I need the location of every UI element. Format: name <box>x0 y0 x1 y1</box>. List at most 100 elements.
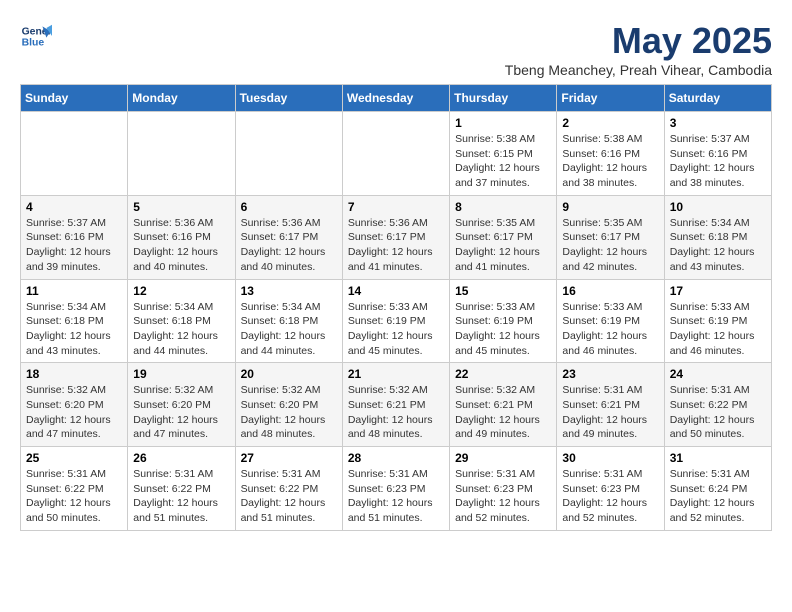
day-number: 24 <box>670 367 766 381</box>
day-number: 3 <box>670 116 766 130</box>
day-info: Sunrise: 5:38 AM Sunset: 6:16 PM Dayligh… <box>562 132 658 191</box>
day-info: Sunrise: 5:36 AM Sunset: 6:16 PM Dayligh… <box>133 216 229 275</box>
day-number: 1 <box>455 116 551 130</box>
calendar-cell: 26 Sunrise: 5:31 AM Sunset: 6:22 PM Dayli… <box>128 447 235 531</box>
calendar-cell: 22 Sunrise: 5:32 AM Sunset: 6:21 PM Dayli… <box>450 363 557 447</box>
day-number: 30 <box>562 451 658 465</box>
calendar-cell: 14Sunrise: 5:33 AM Sunset: 6:19 PM Dayli… <box>342 279 449 363</box>
day-info: Sunrise: 5:33 AM Sunset: 6:19 PM Dayligh… <box>562 300 658 359</box>
day-info: Sunrise: 5:32 AM Sunset: 6:21 PM Dayligh… <box>348 383 444 442</box>
day-number: 6 <box>241 200 337 214</box>
day-number: 11 <box>26 284 122 298</box>
calendar-cell: 28Sunrise: 5:31 AM Sunset: 6:23 PM Dayli… <box>342 447 449 531</box>
calendar-cell: 7 Sunrise: 5:36 AM Sunset: 6:17 PM Daylig… <box>342 195 449 279</box>
day-info: Sunrise: 5:31 AM Sunset: 6:21 PM Dayligh… <box>562 383 658 442</box>
page-header: General Blue May 2025 Tbeng Meanchey, Pr… <box>20 20 772 78</box>
calendar-cell: 25 Sunrise: 5:31 AM Sunset: 6:22 PM Dayli… <box>21 447 128 531</box>
calendar-cell: 19Sunrise: 5:32 AM Sunset: 6:20 PM Dayli… <box>128 363 235 447</box>
calendar-cell: 9 Sunrise: 5:35 AM Sunset: 6:17 PM Daylig… <box>557 195 664 279</box>
calendar-cell: 27 Sunrise: 5:31 AM Sunset: 6:22 PM Dayli… <box>235 447 342 531</box>
svg-text:Blue: Blue <box>22 38 45 49</box>
day-number: 9 <box>562 200 658 214</box>
day-number: 16 <box>562 284 658 298</box>
calendar-table: SundayMondayTuesdayWednesdayThursdayFrid… <box>20 84 772 531</box>
day-info: Sunrise: 5:37 AM Sunset: 6:16 PM Dayligh… <box>670 132 766 191</box>
day-number: 27 <box>241 451 337 465</box>
calendar-cell: 15 Sunrise: 5:33 AM Sunset: 6:19 PM Dayli… <box>450 279 557 363</box>
day-info: Sunrise: 5:31 AM Sunset: 6:22 PM Dayligh… <box>26 467 122 526</box>
calendar-cell: 13 Sunrise: 5:34 AM Sunset: 6:18 PM Dayli… <box>235 279 342 363</box>
calendar-cell: 20 Sunrise: 5:32 AM Sunset: 6:20 PM Dayli… <box>235 363 342 447</box>
calendar-cell: 6 Sunrise: 5:36 AM Sunset: 6:17 PM Daylig… <box>235 195 342 279</box>
day-info: Sunrise: 5:34 AM Sunset: 6:18 PM Dayligh… <box>670 216 766 275</box>
subtitle: Tbeng Meanchey, Preah Vihear, Cambodia <box>505 62 772 78</box>
day-number: 14 <box>348 284 444 298</box>
day-number: 8 <box>455 200 551 214</box>
day-number: 23 <box>562 367 658 381</box>
day-info: Sunrise: 5:32 AM Sunset: 6:20 PM Dayligh… <box>133 383 229 442</box>
logo: General Blue <box>20 20 52 52</box>
day-info: Sunrise: 5:32 AM Sunset: 6:20 PM Dayligh… <box>241 383 337 442</box>
day-info: Sunrise: 5:33 AM Sunset: 6:19 PM Dayligh… <box>670 300 766 359</box>
month-title: May 2025 <box>505 20 772 62</box>
day-number: 13 <box>241 284 337 298</box>
day-number: 15 <box>455 284 551 298</box>
day-info: Sunrise: 5:31 AM Sunset: 6:22 PM Dayligh… <box>241 467 337 526</box>
day-info: Sunrise: 5:32 AM Sunset: 6:21 PM Dayligh… <box>455 383 551 442</box>
day-number: 26 <box>133 451 229 465</box>
day-info: Sunrise: 5:34 AM Sunset: 6:18 PM Dayligh… <box>26 300 122 359</box>
day-info: Sunrise: 5:36 AM Sunset: 6:17 PM Dayligh… <box>241 216 337 275</box>
day-of-week-header: Tuesday <box>235 85 342 112</box>
day-info: Sunrise: 5:31 AM Sunset: 6:23 PM Dayligh… <box>455 467 551 526</box>
day-number: 25 <box>26 451 122 465</box>
day-of-week-header: Monday <box>128 85 235 112</box>
calendar-cell: 11 Sunrise: 5:34 AM Sunset: 6:18 PM Dayli… <box>21 279 128 363</box>
calendar-week-row: 1 Sunrise: 5:38 AM Sunset: 6:15 PM Daylig… <box>21 112 772 196</box>
day-number: 18 <box>26 367 122 381</box>
calendar-cell: 16 Sunrise: 5:33 AM Sunset: 6:19 PM Dayli… <box>557 279 664 363</box>
calendar-header-row: SundayMondayTuesdayWednesdayThursdayFrid… <box>21 85 772 112</box>
day-info: Sunrise: 5:34 AM Sunset: 6:18 PM Dayligh… <box>133 300 229 359</box>
calendar-cell: 23 Sunrise: 5:31 AM Sunset: 6:21 PM Dayli… <box>557 363 664 447</box>
day-number: 4 <box>26 200 122 214</box>
day-number: 20 <box>241 367 337 381</box>
day-of-week-header: Wednesday <box>342 85 449 112</box>
day-number: 2 <box>562 116 658 130</box>
day-info: Sunrise: 5:37 AM Sunset: 6:16 PM Dayligh… <box>26 216 122 275</box>
day-info: Sunrise: 5:34 AM Sunset: 6:18 PM Dayligh… <box>241 300 337 359</box>
day-info: Sunrise: 5:31 AM Sunset: 6:24 PM Dayligh… <box>670 467 766 526</box>
day-number: 17 <box>670 284 766 298</box>
calendar-week-row: 18 Sunrise: 5:32 AM Sunset: 6:20 PM Dayli… <box>21 363 772 447</box>
calendar-cell <box>128 112 235 196</box>
day-of-week-header: Thursday <box>450 85 557 112</box>
day-info: Sunrise: 5:35 AM Sunset: 6:17 PM Dayligh… <box>562 216 658 275</box>
day-of-week-header: Sunday <box>21 85 128 112</box>
calendar-week-row: 11 Sunrise: 5:34 AM Sunset: 6:18 PM Dayli… <box>21 279 772 363</box>
day-info: Sunrise: 5:35 AM Sunset: 6:17 PM Dayligh… <box>455 216 551 275</box>
day-info: Sunrise: 5:31 AM Sunset: 6:22 PM Dayligh… <box>670 383 766 442</box>
day-number: 21 <box>348 367 444 381</box>
day-number: 22 <box>455 367 551 381</box>
calendar-cell: 2 Sunrise: 5:38 AM Sunset: 6:16 PM Daylig… <box>557 112 664 196</box>
calendar-cell: 18Sunrise: 5:32 AM Sunset: 6:20 PM Dayli… <box>21 363 128 447</box>
title-block: May 2025 Tbeng Meanchey, Preah Vihear, C… <box>505 20 772 78</box>
calendar-cell: 8 Sunrise: 5:35 AM Sunset: 6:17 PM Daylig… <box>450 195 557 279</box>
day-number: 7 <box>348 200 444 214</box>
calendar-week-row: 4 Sunrise: 5:37 AM Sunset: 6:16 PM Daylig… <box>21 195 772 279</box>
calendar-cell: 21 Sunrise: 5:32 AM Sunset: 6:21 PM Dayli… <box>342 363 449 447</box>
day-info: Sunrise: 5:33 AM Sunset: 6:19 PM Dayligh… <box>455 300 551 359</box>
calendar-cell <box>21 112 128 196</box>
day-number: 5 <box>133 200 229 214</box>
day-number: 12 <box>133 284 229 298</box>
day-info: Sunrise: 5:36 AM Sunset: 6:17 PM Dayligh… <box>348 216 444 275</box>
calendar-cell: 30Sunrise: 5:31 AM Sunset: 6:23 PM Dayli… <box>557 447 664 531</box>
calendar-cell: 5 Sunrise: 5:36 AM Sunset: 6:16 PM Daylig… <box>128 195 235 279</box>
calendar-cell <box>342 112 449 196</box>
day-info: Sunrise: 5:31 AM Sunset: 6:22 PM Dayligh… <box>133 467 229 526</box>
day-number: 29 <box>455 451 551 465</box>
logo-icon: General Blue <box>20 20 52 52</box>
calendar-cell: 31Sunrise: 5:31 AM Sunset: 6:24 PM Dayli… <box>664 447 771 531</box>
day-info: Sunrise: 5:38 AM Sunset: 6:15 PM Dayligh… <box>455 132 551 191</box>
calendar-cell: 10Sunrise: 5:34 AM Sunset: 6:18 PM Dayli… <box>664 195 771 279</box>
calendar-cell: 4 Sunrise: 5:37 AM Sunset: 6:16 PM Daylig… <box>21 195 128 279</box>
